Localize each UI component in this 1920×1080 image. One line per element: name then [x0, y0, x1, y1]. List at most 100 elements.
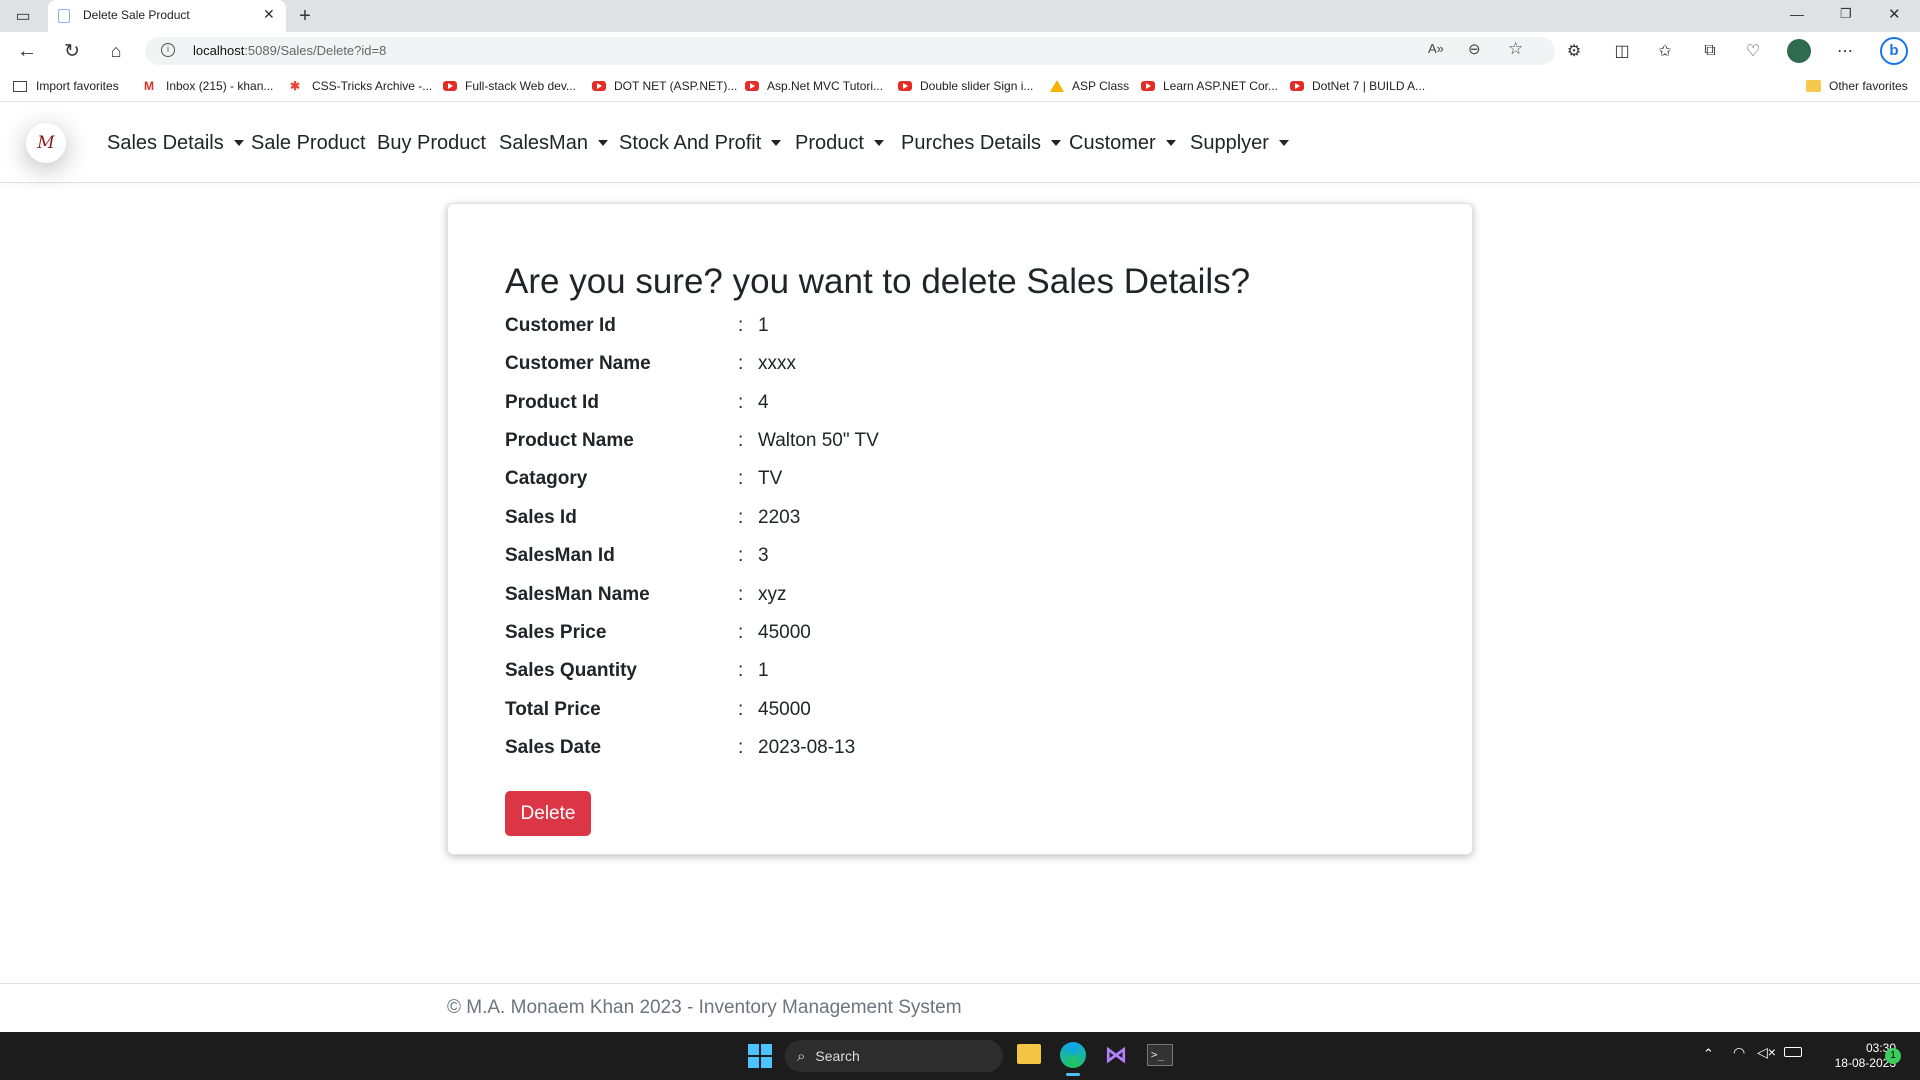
bookmark-label: ASP Class — [1072, 79, 1130, 93]
caret-down-icon — [233, 140, 244, 146]
terminal-icon[interactable]: >_ — [1147, 1044, 1173, 1066]
folder-icon — [1806, 80, 1821, 92]
bookmark-dotnet[interactable]: DOT NET (ASP.NET)... — [592, 77, 737, 95]
edge-icon[interactable] — [1060, 1042, 1086, 1068]
caret-down-icon — [597, 140, 608, 146]
field-label: Customer Id — [505, 315, 616, 336]
bookmark-aspnet-mvc[interactable]: Asp.Net MVC Tutori... — [745, 77, 883, 95]
home-icon[interactable]: ⌂ — [103, 38, 129, 64]
field-value: 2203 — [758, 507, 801, 528]
field-separator: : — [738, 468, 744, 489]
refresh-icon[interactable]: ↻ — [59, 38, 85, 64]
field-label: Product Id — [505, 392, 599, 413]
windows-start-icon[interactable] — [748, 1044, 772, 1068]
nav-purches-details[interactable]: Purches Details — [901, 130, 1062, 156]
nav-product[interactable]: Product — [795, 130, 884, 156]
nav-customer[interactable]: Customer — [1069, 130, 1176, 156]
bookmark-label: DOT NET (ASP.NET)... — [614, 79, 738, 93]
show-hidden-icons-icon[interactable]: ⌃ — [1703, 1046, 1714, 1062]
nav-supplyer[interactable]: Supplyer — [1190, 130, 1289, 156]
bing-icon[interactable]: b — [1880, 37, 1908, 65]
profile-avatar[interactable] — [1787, 39, 1811, 63]
search-label: Search — [815, 1048, 860, 1064]
nav-stock-and-profit[interactable]: Stock And Profit — [619, 130, 782, 156]
visual-studio-icon[interactable]: ⋈ — [1103, 1042, 1129, 1068]
browser-essentials-icon[interactable]: ♡ — [1740, 38, 1766, 64]
page-icon — [58, 9, 70, 23]
browser-tab[interactable]: Delete Sale Product ✕ — [48, 0, 286, 32]
field-separator: : — [738, 545, 744, 566]
collections-icon[interactable]: ⧉ — [1697, 38, 1723, 64]
favorites-icon[interactable]: ✩ — [1652, 38, 1678, 64]
url-host: localhost — [193, 43, 245, 58]
bookmark-label: Import favorites — [36, 79, 119, 93]
clock-date: 18-08-2023 — [1834, 1056, 1896, 1070]
caret-down-icon — [771, 140, 782, 146]
gmail-icon: M — [144, 79, 154, 93]
bookmark-label: Other favorites — [1829, 79, 1908, 93]
field-separator: : — [738, 315, 744, 336]
bookmark-label: Double slider Sign i... — [920, 79, 1034, 93]
field-separator: : — [738, 507, 744, 528]
css-tricks-icon: ✱ — [290, 79, 301, 93]
read-aloud-icon[interactable]: A» — [1428, 41, 1444, 56]
back-icon[interactable]: ← — [14, 38, 40, 64]
nav-sales-details[interactable]: Sales Details — [107, 130, 244, 156]
info-icon[interactable]: i — [161, 43, 175, 57]
close-window-icon[interactable]: ✕ — [1888, 5, 1901, 23]
zoom-icon[interactable]: ⊖ — [1468, 40, 1481, 58]
bookmark-asp-class[interactable]: ASP Class — [1050, 77, 1129, 95]
delete-button[interactable]: Delete — [505, 791, 591, 836]
bookmark-double-slider[interactable]: Double slider Sign i... — [898, 77, 1033, 95]
field-label: Sales Price — [505, 622, 607, 643]
nav-sale-product[interactable]: Sale Product — [251, 130, 366, 156]
bookmark-css-tricks[interactable]: ✱ CSS-Tricks Archive -... — [290, 77, 432, 95]
field-separator: : — [738, 584, 744, 605]
favorite-star-icon[interactable]: ☆ — [1508, 39, 1523, 59]
taskbar-search[interactable]: ⌕ Search — [785, 1040, 1003, 1072]
url-path: :5089/Sales/Delete?id=8 — [244, 43, 387, 58]
nav-buy-product[interactable]: Buy Product — [377, 130, 486, 156]
field-label: SalesMan Name — [505, 584, 650, 605]
site-logo[interactable]: M — [26, 123, 66, 163]
bookmark-dotnet7[interactable]: DotNet 7 | BUILD A... — [1290, 77, 1425, 95]
import-icon — [13, 80, 27, 92]
notification-badge[interactable]: 1 — [1885, 1048, 1901, 1064]
youtube-icon — [745, 81, 759, 91]
nav-label: Product — [795, 131, 864, 154]
field-label: Sales Id — [505, 507, 577, 528]
browser-tab-bar — [0, 0, 1920, 32]
field-separator: : — [738, 353, 744, 374]
search-icon: ⌕ — [797, 1047, 806, 1065]
field-label: Sales Date — [505, 737, 602, 758]
bookmark-learn-aspnet[interactable]: Learn ASP.NET Cor... — [1141, 77, 1278, 95]
address-bar[interactable]: i localhost:5089/Sales/Delete?id=8 A» ⊖ … — [145, 37, 1555, 65]
field-label: SalesMan Id — [505, 545, 615, 566]
extensions-icon[interactable]: ⚙ — [1561, 38, 1587, 64]
tab-actions-icon[interactable]: ▭ — [10, 3, 36, 29]
more-options-icon[interactable]: ⋯ — [1832, 38, 1858, 64]
minimize-icon[interactable]: — — [1790, 6, 1804, 22]
nav-label: Stock And Profit — [619, 131, 762, 154]
field-label: Catagory — [505, 468, 588, 489]
bookmark-fullstack[interactable]: Full-stack Web dev... — [443, 77, 576, 95]
bookmark-import-favorites[interactable]: Import favorites — [13, 77, 119, 95]
battery-icon[interactable] — [1784, 1047, 1802, 1057]
volume-muted-icon[interactable]: ◁× — [1757, 1044, 1776, 1061]
youtube-icon — [1141, 81, 1155, 91]
field-label: Customer Name — [505, 353, 651, 374]
active-app-indicator — [1066, 1073, 1080, 1076]
bookmark-other-favorites[interactable]: Other favorites — [1806, 77, 1908, 95]
taskbar-clock[interactable]: 03:30 18-08-2023 — [1816, 1041, 1896, 1071]
file-explorer-icon[interactable] — [1017, 1044, 1041, 1064]
close-tab-icon[interactable]: ✕ — [263, 6, 275, 23]
youtube-icon — [592, 81, 606, 91]
caret-down-icon — [1165, 140, 1176, 146]
restore-icon[interactable]: ❐ — [1840, 6, 1852, 22]
wifi-icon[interactable]: ◠ — [1733, 1044, 1745, 1061]
bookmark-gmail[interactable]: M Inbox (215) - khan... — [144, 77, 273, 95]
field-label: Sales Quantity — [505, 660, 637, 681]
new-tab-icon[interactable]: + — [292, 3, 318, 29]
nav-salesman[interactable]: SalesMan — [499, 130, 608, 156]
split-screen-icon[interactable]: ◫ — [1609, 38, 1635, 64]
